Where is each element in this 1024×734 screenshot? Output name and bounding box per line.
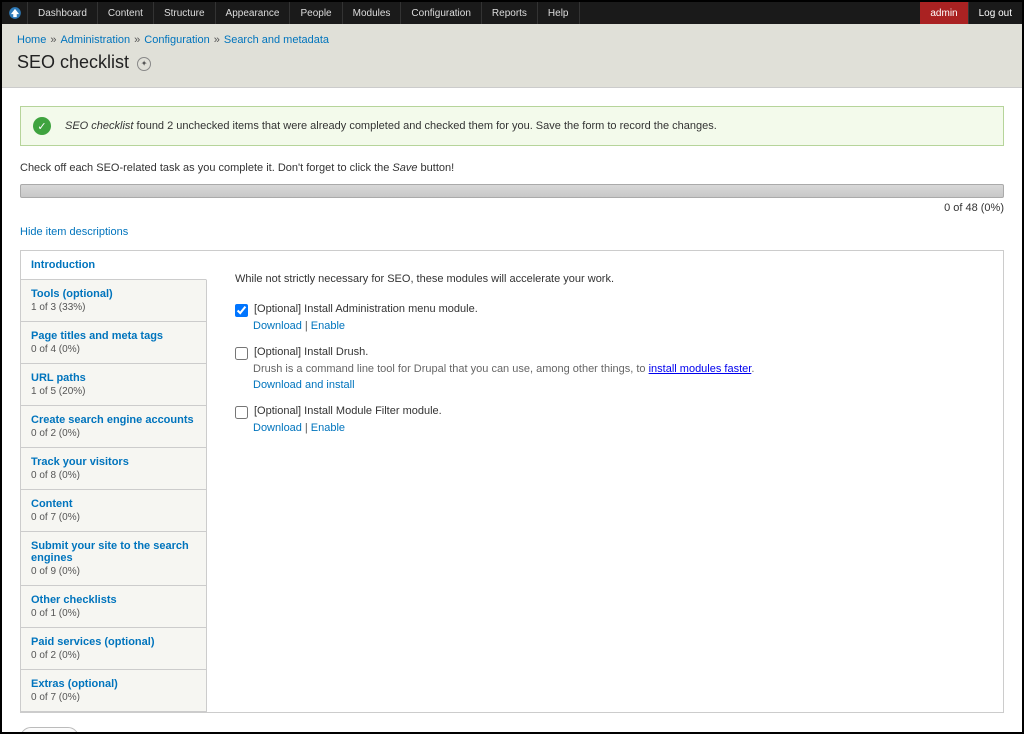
checklist-item-label: [Optional] Install Module Filter module. [254,405,442,417]
toolbar-menu: DashboardContentStructureAppearancePeopl… [28,2,580,24]
toolbar-menu-item[interactable]: Content [98,2,154,24]
checklist-checkbox[interactable] [235,406,248,419]
toolbar-menu-item[interactable]: Modules [343,2,402,24]
tab-title: Create search engine accounts [31,414,196,426]
link-divider: | [302,422,311,434]
breadcrumb-link[interactable]: Administration [60,34,130,46]
tab-title: Content [31,498,196,510]
breadcrumb-separator: » [46,34,60,46]
toolbar-menu-item[interactable]: Help [538,2,580,24]
checklist-action-link[interactable]: Download [253,320,302,332]
checklist-item-label: [Optional] Install Drush. [254,346,368,358]
tab-subtitle: 0 of 7 (0%) [31,512,196,523]
tab-title: Page titles and meta tags [31,330,196,342]
page-header: Home»Administration»Configuration»Search… [2,24,1022,88]
tab-subtitle: 0 of 2 (0%) [31,650,196,661]
breadcrumb-link[interactable]: Search and metadata [224,34,329,46]
checklist-action-link[interactable]: Download [253,422,302,434]
toolbar-menu-item[interactable]: Structure [154,2,216,24]
breadcrumb-separator: » [210,34,224,46]
toolbar-menu-item[interactable]: Reports [482,2,538,24]
instructions-text: Check off each SEO-related task as you c… [20,162,1004,174]
checklist-item: [Optional] Install Module Filter module.… [235,405,975,434]
checklist-tab[interactable]: Submit your site to the search engines 0 … [21,532,206,586]
checklist-tab[interactable]: Other checklists 0 of 1 (0%) [21,586,206,628]
toolbar-menu-item[interactable]: Appearance [216,2,291,24]
tab-title: Extras (optional) [31,678,196,690]
toolbar-user-link[interactable]: admin [920,2,967,24]
toolbar-menu-item[interactable]: Dashboard [28,2,98,24]
tab-title: Track your visitors [31,456,196,468]
progress-bar [20,184,1004,198]
breadcrumb: Home»Administration»Configuration»Search… [17,34,1007,46]
checklist-tabs: Introduction Tools (optional) 1 of 3 (33%)… [21,251,207,712]
breadcrumb-link[interactable]: Configuration [144,34,209,46]
tab-subtitle: 0 of 4 (0%) [31,344,196,355]
checklist-action-link[interactable]: Enable [311,422,345,434]
breadcrumb-separator: » [130,34,144,46]
checklist-tab[interactable]: Tools (optional) 1 of 3 (33%) [21,280,206,322]
checklist-item-links: Download|Enable [253,320,975,332]
checklist-checkbox[interactable] [235,304,248,317]
toggle-descriptions-link[interactable]: Hide item descriptions [20,226,128,238]
description-link[interactable]: install modules faster [649,363,752,375]
toolbar-menu-item[interactable]: Configuration [401,2,481,24]
toolbar-logout-link[interactable]: Log out [968,2,1022,24]
panel-intro: While not strictly necessary for SEO, th… [235,273,975,285]
tab-subtitle: 0 of 2 (0%) [31,428,196,439]
status-text: found 2 unchecked items that were alread… [133,120,716,132]
checklist-tab[interactable]: Create search engine accounts 0 of 2 (0%) [21,406,206,448]
status-prefix: SEO checklist [65,120,133,132]
checklist-item: [Optional] Install Drush. Drush is a comm… [235,346,975,391]
tab-subtitle: 1 of 3 (33%) [31,302,196,313]
checklist-tab[interactable]: Extras (optional) 0 of 7 (0%) [21,670,206,712]
admin-toolbar: DashboardContentStructureAppearancePeopl… [2,2,1022,24]
checklist-item: [Optional] Install Administration menu m… [235,303,975,332]
checklist-tab[interactable]: Content 0 of 7 (0%) [21,490,206,532]
link-divider: | [302,320,311,332]
tab-title: Other checklists [31,594,196,606]
checklist-tab[interactable]: Track your visitors 0 of 8 (0%) [21,448,206,490]
checklist-tab[interactable]: Page titles and meta tags 0 of 4 (0%) [21,322,206,364]
tab-subtitle: 0 of 1 (0%) [31,608,196,619]
checklist-item-label: [Optional] Install Administration menu m… [254,303,478,315]
tab-subtitle: 0 of 8 (0%) [31,470,196,481]
save-button[interactable]: Save [20,727,79,734]
toolbar-menu-item[interactable]: People [290,2,342,24]
checklist-action-link[interactable]: Download and install [253,379,355,391]
checklist-item-links: Download and install [253,379,975,391]
page-title: SEO checklist [17,52,1007,73]
checklist-container: Introduction Tools (optional) 1 of 3 (33%)… [20,250,1004,713]
tab-title: Paid services (optional) [31,636,196,648]
progress-label: 0 of 48 (0%) [20,202,1004,214]
breadcrumb-link[interactable]: Home [17,34,46,46]
tab-subtitle: 0 of 7 (0%) [31,692,196,703]
checklist-tab[interactable]: URL paths 1 of 5 (20%) [21,364,206,406]
tab-subtitle: 0 of 9 (0%) [31,566,196,577]
tab-title: URL paths [31,372,196,384]
checklist-action-link[interactable]: Enable [311,320,345,332]
checklist-item-links: Download|Enable [253,422,975,434]
tab-title: Introduction [31,259,196,271]
tab-title: Tools (optional) [31,288,196,300]
tab-subtitle: 1 of 5 (20%) [31,386,196,397]
tab-title: Submit your site to the search engines [31,540,196,564]
checklist-panel: While not strictly necessary for SEO, th… [207,251,1003,712]
checklist-tab[interactable]: Paid services (optional) 0 of 2 (0%) [21,628,206,670]
checklist-checkbox[interactable] [235,347,248,360]
home-icon[interactable] [2,2,28,24]
check-circle-icon: ✓ [33,117,51,135]
gear-icon[interactable] [137,57,151,71]
checklist-tab[interactable]: Introduction [21,251,207,280]
status-message: ✓ SEO checklist found 2 unchecked items … [20,106,1004,146]
checklist-item-description: Drush is a command line tool for Drupal … [253,363,975,375]
